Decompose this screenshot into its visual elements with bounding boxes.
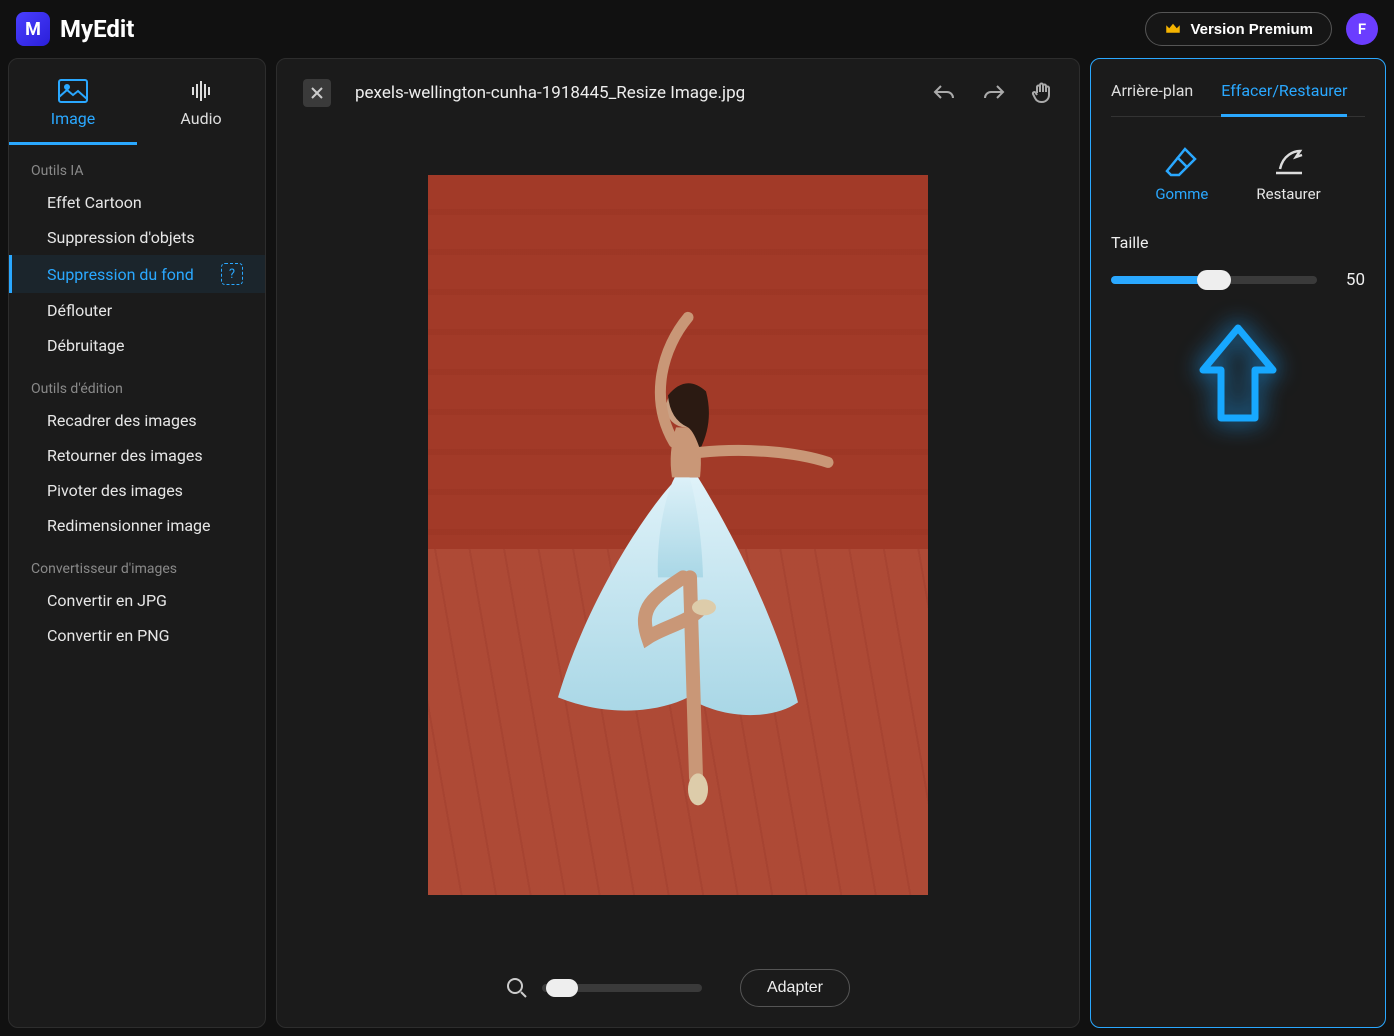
- top-bar: M MyEdit Version Premium F: [0, 0, 1394, 58]
- canvas-tools: [931, 81, 1053, 105]
- zoom-slider[interactable]: [542, 984, 702, 992]
- sidebar-item-suppression-fond[interactable]: Suppression du fond ?: [9, 255, 265, 293]
- nav-label: Déflouter: [47, 301, 112, 320]
- section-heading: Convertisseur d'images: [9, 543, 265, 583]
- tool-label: Gomme: [1155, 185, 1208, 203]
- nav-label: Suppression d'objets: [47, 228, 195, 247]
- close-icon: [310, 86, 324, 100]
- sidebar-item-recadrer[interactable]: Recadrer des images: [9, 403, 265, 438]
- canvas-body[interactable]: [303, 107, 1053, 963]
- sidebar-item-suppression-objets[interactable]: Suppression d'objets: [9, 220, 265, 255]
- brand: M MyEdit: [16, 12, 134, 46]
- sidebar-tabs: Image Audio: [9, 69, 265, 145]
- nav-label: Retourner des images: [47, 446, 203, 465]
- premium-button[interactable]: Version Premium: [1145, 12, 1332, 46]
- eraser-icon: [1165, 145, 1199, 177]
- nav-label: Pivoter des images: [47, 481, 183, 500]
- canvas-header: pexels-wellington-cunha-1918445_Resize I…: [303, 79, 1053, 107]
- nav-label: Effet Cartoon: [47, 193, 142, 212]
- size-label: Taille: [1111, 233, 1365, 252]
- nav-label: Redimensionner image: [47, 516, 211, 535]
- nav-label: Suppression du fond: [47, 265, 194, 284]
- sidebar-item-retourner[interactable]: Retourner des images: [9, 438, 265, 473]
- fit-button[interactable]: Adapter: [740, 969, 850, 1007]
- tool-restaurer[interactable]: Restaurer: [1256, 145, 1320, 203]
- canvas-area: pexels-wellington-cunha-1918445_Resize I…: [276, 58, 1080, 1028]
- zoom-icon[interactable]: [506, 977, 528, 999]
- crown-icon: [1164, 20, 1182, 38]
- undo-button[interactable]: [931, 82, 957, 104]
- right-panel: Arrière-plan Effacer/Restaurer Gomme Res…: [1090, 58, 1386, 1028]
- brand-logo-icon: M: [16, 12, 50, 46]
- size-thumb[interactable]: [1197, 270, 1231, 290]
- sidebar-item-pivoter[interactable]: Pivoter des images: [9, 473, 265, 508]
- sidebar-item-debruitage[interactable]: Débruitage: [9, 328, 265, 363]
- brand-name: MyEdit: [60, 15, 134, 43]
- image-icon: [58, 79, 88, 103]
- section-heading: Outils IA: [9, 145, 265, 185]
- tab-effacer-restaurer[interactable]: Effacer/Restaurer: [1221, 75, 1347, 117]
- sidebar: Image Audio Outils IA Effet Cartoon Supp…: [8, 58, 266, 1028]
- zoom-controls: [506, 977, 702, 999]
- sidebar-item-deflouter[interactable]: Déflouter: [9, 293, 265, 328]
- file-name: pexels-wellington-cunha-1918445_Resize I…: [355, 83, 907, 103]
- topbar-right: Version Premium F: [1145, 12, 1378, 46]
- nav-label: Convertir en JPG: [47, 591, 167, 610]
- tool-gomme[interactable]: Gomme: [1155, 145, 1208, 203]
- tool-choice: Gomme Restaurer: [1111, 117, 1365, 223]
- sidebar-tab-label: Image: [51, 109, 96, 128]
- premium-label: Version Premium: [1190, 21, 1313, 38]
- dancer-subject: [488, 277, 868, 837]
- nav-label: Débruitage: [47, 336, 125, 355]
- close-file-button[interactable]: [303, 79, 331, 107]
- redo-icon: [981, 82, 1007, 104]
- size-slider[interactable]: [1111, 276, 1317, 284]
- avatar[interactable]: F: [1346, 13, 1378, 45]
- tab-arriere-plan[interactable]: Arrière-plan: [1111, 75, 1193, 117]
- sidebar-tab-image[interactable]: Image: [9, 69, 137, 145]
- nav-label: Recadrer des images: [47, 411, 197, 430]
- attention-arrow-icon: [1193, 320, 1283, 430]
- size-control: Taille 50: [1111, 223, 1365, 290]
- sidebar-item-convert-jpg[interactable]: Convertir en JPG: [9, 583, 265, 618]
- help-icon[interactable]: ?: [221, 263, 243, 285]
- hand-icon: [1031, 81, 1053, 105]
- zoom-thumb[interactable]: [546, 979, 578, 997]
- right-panel-tabs: Arrière-plan Effacer/Restaurer: [1111, 75, 1365, 117]
- sidebar-item-convert-png[interactable]: Convertir en PNG: [9, 618, 265, 653]
- size-value: 50: [1335, 270, 1365, 290]
- sidebar-item-redimensionner[interactable]: Redimensionner image: [9, 508, 265, 543]
- section-heading: Outils d'édition: [9, 363, 265, 403]
- audio-icon: [186, 79, 216, 103]
- sidebar-tab-audio[interactable]: Audio: [137, 69, 265, 145]
- nav-label: Convertir en PNG: [47, 626, 170, 645]
- redo-button[interactable]: [981, 82, 1007, 104]
- sidebar-item-effet-cartoon[interactable]: Effet Cartoon: [9, 185, 265, 220]
- undo-icon: [931, 82, 957, 104]
- sidebar-tab-label: Audio: [180, 109, 221, 128]
- image-preview: [428, 175, 928, 895]
- tool-label: Restaurer: [1256, 185, 1320, 203]
- canvas-footer: Adapter: [303, 963, 1053, 1007]
- restore-icon: [1272, 145, 1306, 177]
- pan-button[interactable]: [1031, 81, 1053, 105]
